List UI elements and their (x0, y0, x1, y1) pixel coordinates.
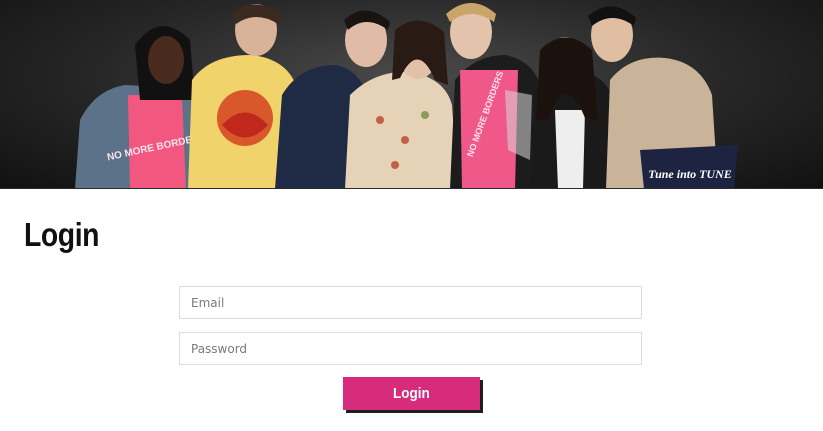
person-leather-jacket (530, 37, 616, 189)
hero-group-photo: NO MORE BORDERS NO MORE BORDERS Tune int… (75, 3, 738, 189)
hero-divider (0, 188, 823, 189)
email-field[interactable] (179, 286, 642, 319)
person-beige-hoodie: Tune into TUNE (588, 6, 738, 189)
person-varsity-jacket: NO MORE BORDERS (446, 3, 540, 189)
page-title: Login (24, 216, 100, 253)
password-field[interactable] (179, 332, 642, 365)
person-denim-jacket: NO MORE BORDERS (75, 26, 207, 189)
hero-banner: NO MORE BORDERS NO MORE BORDERS Tune int… (0, 0, 823, 189)
login-button[interactable]: Login (343, 377, 480, 410)
bag-text: Tune into TUNE (648, 167, 732, 181)
login-button-label: Login (393, 385, 430, 402)
